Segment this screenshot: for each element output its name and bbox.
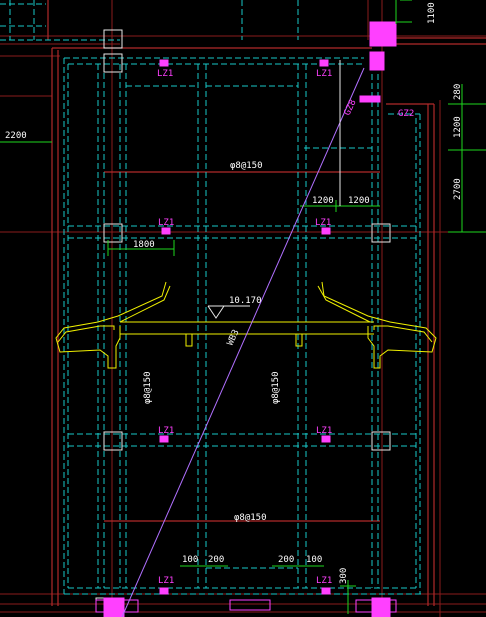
column-label: LZ1 xyxy=(158,426,174,436)
dim-label: 100 xyxy=(306,555,322,565)
gz-label: GZ2 xyxy=(398,109,414,119)
column-label: LZ1 xyxy=(158,218,174,228)
column-label: LZ1 xyxy=(316,426,332,436)
rebar-label: φ8@150 xyxy=(143,371,153,404)
diagonal-label: WB3 xyxy=(226,328,242,347)
elevation-marker xyxy=(207,305,250,319)
column-label: LZ1 xyxy=(315,218,331,228)
column-label: LZ1 xyxy=(158,576,174,586)
column-label: LZ1 xyxy=(316,69,332,79)
dim-label: 200 xyxy=(208,555,224,565)
columns xyxy=(95,29,391,613)
dim-label: 1800 xyxy=(133,240,155,250)
dim-label: 100 xyxy=(182,555,198,565)
dim-label: 1200 xyxy=(348,196,370,206)
slab-outline xyxy=(55,281,437,369)
dim-label: 2200 xyxy=(5,131,27,141)
magenta-outlines xyxy=(95,599,397,613)
dim-label: 1200 xyxy=(312,196,334,206)
rebar-label: φ8@150 xyxy=(230,161,263,171)
column-labels: LZ1 LZ1 LZ1 LZ1 LZ1 LZ1 LZ1 LZ1 GZ8 GZ2 xyxy=(157,69,414,586)
structural-plan-drawing: LZ1 LZ1 LZ1 LZ1 LZ1 LZ1 LZ1 LZ1 GZ8 GZ2 … xyxy=(0,0,486,617)
column-label: LZ1 xyxy=(316,576,332,586)
dim-label: 280 xyxy=(453,84,463,100)
rebar-label: φ8@150 xyxy=(234,513,267,523)
rebar-label: φ8@150 xyxy=(271,371,281,404)
elevation-label: 10.170 xyxy=(229,296,262,306)
dim-label: 1200 xyxy=(453,116,463,138)
dim-label: 300 xyxy=(339,568,349,584)
gz-label: GZ8 xyxy=(343,98,359,117)
rebar-labels: φ8@150 φ8@150 φ8@150 φ8@150 xyxy=(143,161,281,523)
diagonal-line xyxy=(121,67,365,617)
dim-label: 200 xyxy=(278,555,294,565)
dimension-labels: 2200 1100 280 1200 2700 1200 1200 1800 1… xyxy=(5,2,463,584)
axis-lines xyxy=(0,0,486,617)
beams xyxy=(0,0,422,595)
dim-label: 1100 xyxy=(427,2,437,24)
dim-label: 2700 xyxy=(453,178,463,200)
column-label: LZ1 xyxy=(157,69,173,79)
